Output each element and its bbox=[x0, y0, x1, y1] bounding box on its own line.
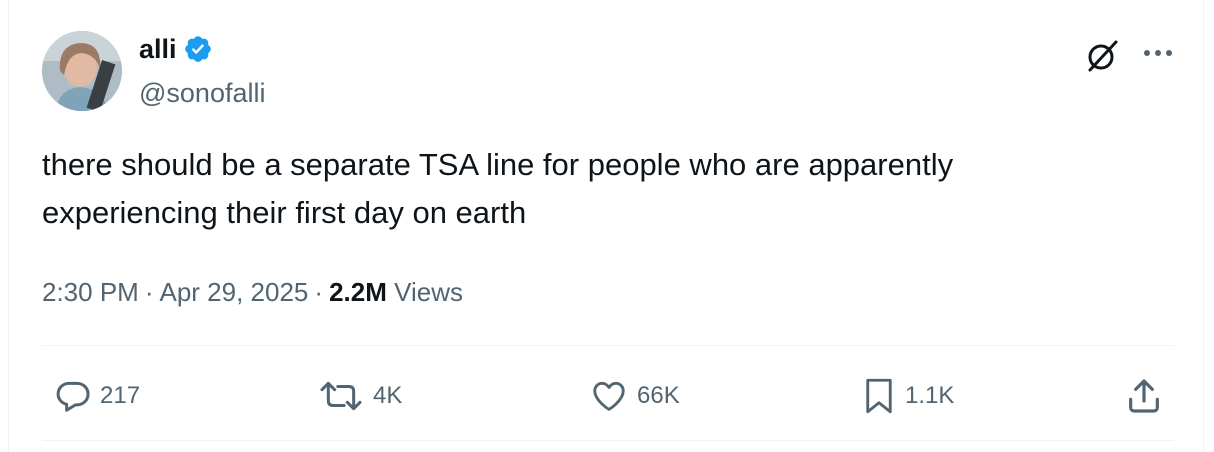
author-name-row: alli bbox=[139, 33, 213, 65]
like-count: 66K bbox=[637, 382, 680, 409]
reply-count: 217 bbox=[100, 382, 141, 409]
more-options-icon[interactable] bbox=[1141, 38, 1175, 68]
reply-icon bbox=[54, 377, 92, 415]
author-handle[interactable]: @sonofalli bbox=[139, 76, 265, 110]
meta-separator: · bbox=[144, 277, 154, 307]
divider bbox=[42, 440, 1174, 441]
views-count[interactable]: 2.2M bbox=[329, 277, 387, 307]
author-display-name[interactable]: alli bbox=[139, 33, 177, 65]
avatar[interactable] bbox=[42, 31, 122, 111]
bookmark-count: 1.1K bbox=[905, 382, 955, 409]
like-button[interactable]: 66K bbox=[589, 376, 680, 416]
views-label: Views bbox=[394, 277, 463, 307]
tweet-card: alli @sonofalli there should be a separa… bbox=[8, 0, 1204, 452]
repost-count: 4K bbox=[373, 382, 403, 409]
bookmark-button[interactable]: 1.1K bbox=[861, 376, 954, 416]
tweet-text: there should be a separate TSA line for … bbox=[42, 147, 954, 230]
bookmark-icon bbox=[861, 376, 897, 416]
tweet-date[interactable]: Apr 29, 2025 bbox=[160, 277, 309, 307]
verified-badge-icon[interactable] bbox=[183, 34, 213, 64]
meta-separator: · bbox=[314, 277, 324, 307]
share-icon bbox=[1124, 379, 1164, 420]
share-button[interactable] bbox=[1124, 376, 1164, 421]
divider bbox=[42, 345, 1174, 346]
tweet-time[interactable]: 2:30 PM bbox=[42, 277, 139, 307]
grok-icon[interactable] bbox=[1084, 38, 1120, 74]
like-icon bbox=[589, 377, 629, 415]
reply-button[interactable]: 217 bbox=[54, 376, 140, 416]
tweet-metadata: 2:30 PM · Apr 29, 2025 · 2.2M Views bbox=[42, 275, 463, 309]
repost-icon bbox=[317, 377, 365, 415]
repost-button[interactable]: 4K bbox=[317, 376, 402, 416]
